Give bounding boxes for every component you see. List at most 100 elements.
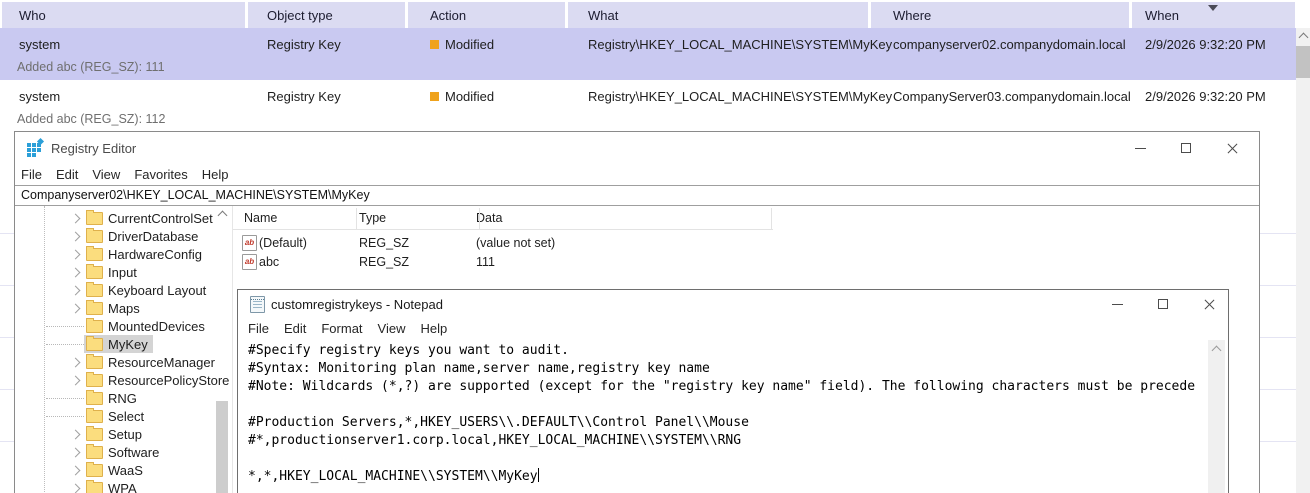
registry-address-bar[interactable]: Companyserver02\HKEY_LOCAL_MACHINE\SYSTE…: [15, 185, 1259, 206]
menu-item-view[interactable]: View: [92, 164, 120, 185]
close-button[interactable]: [1201, 296, 1219, 312]
registry-value-row[interactable]: ab (Default) REG_SZ (value not set): [233, 233, 1259, 252]
scrollbar-thumb[interactable]: [1296, 46, 1310, 78]
tree-item-driverdatabase[interactable]: DriverDatabase: [16, 227, 230, 245]
chevron-right-icon[interactable]: [70, 447, 81, 458]
folder-icon: [86, 335, 103, 351]
audit-grid-scrollbar[interactable]: [1296, 28, 1310, 493]
chevron-right-icon[interactable]: [70, 213, 81, 224]
menu-item-favorites[interactable]: Favorites: [134, 164, 187, 185]
tree-item-select[interactable]: Select: [16, 407, 230, 425]
cell-what: Registry\HKEY_LOCAL_MACHINE\SYSTEM\MyKey: [588, 37, 893, 52]
tree-node[interactable]: CurrentControlSet: [84, 209, 218, 227]
string-value-icon: ab: [242, 254, 257, 270]
tree-node[interactable]: MyKey: [84, 335, 153, 353]
sort-descending-icon[interactable]: [1208, 5, 1218, 11]
notepad-text-area[interactable]: #Specify registry keys you want to audit…: [238, 340, 1207, 493]
chevron-right-icon[interactable]: [70, 285, 81, 296]
maximize-button[interactable]: [1177, 140, 1195, 156]
tree-node[interactable]: Input: [84, 263, 142, 281]
chevron-right-icon[interactable]: [70, 375, 81, 386]
scroll-up-icon[interactable]: [1298, 32, 1309, 43]
tree-node-label: MountedDevices: [108, 318, 205, 334]
values-column-header-name[interactable]: Name: [244, 211, 277, 225]
row-detail: Added abc (REG_SZ): 112: [17, 112, 166, 126]
scroll-up-icon[interactable]: [1211, 345, 1222, 356]
tree-item-resourcemanager[interactable]: ResourceManager: [16, 353, 230, 371]
tree-item-waas[interactable]: WaaS: [16, 461, 230, 479]
column-separator[interactable]: [479, 208, 480, 229]
notepad-titlebar[interactable]: customregistrykeys - Notepad: [238, 290, 1228, 318]
close-button[interactable]: [1224, 140, 1242, 156]
tree-node[interactable]: MountedDevices: [84, 317, 210, 335]
chevron-right-icon[interactable]: [70, 357, 81, 368]
tree-node[interactable]: Select: [84, 407, 149, 425]
chevron-right-icon[interactable]: [70, 483, 81, 493]
scrollbar-thumb[interactable]: [216, 401, 228, 493]
registry-editor-titlebar[interactable]: Registry Editor: [15, 132, 1259, 164]
tree-item-maps[interactable]: Maps: [16, 299, 230, 317]
values-column-header-type[interactable]: Type: [359, 211, 386, 225]
maximize-button[interactable]: [1154, 296, 1172, 312]
notepad-line: #Production Servers,*,HKEY_USERS\\.DEFAU…: [248, 415, 749, 430]
chevron-right-icon[interactable]: [70, 267, 81, 278]
tree-node[interactable]: Keyboard Layout: [84, 281, 211, 299]
maximize-icon: [1181, 143, 1191, 153]
chevron-right-icon[interactable]: [70, 249, 81, 260]
tree-item-currentcontrolset[interactable]: CurrentControlSet: [16, 209, 230, 227]
tree-item-input[interactable]: Input: [16, 263, 230, 281]
menu-item-help[interactable]: Help: [202, 164, 229, 185]
column-header-what[interactable]: What: [568, 2, 868, 28]
chevron-right-icon[interactable]: [70, 231, 81, 242]
registry-editor-menubar: File Edit View Favorites Help: [15, 164, 1259, 185]
value-name: abc: [259, 255, 280, 269]
tree-node[interactable]: Maps: [84, 299, 145, 317]
audit-row[interactable]: system Registry Key Modified Registry\HKEY_…: [0, 80, 1296, 131]
menu-item-file[interactable]: File: [21, 164, 42, 185]
chevron-right-icon[interactable]: [70, 303, 81, 314]
tree-node-label: RNG: [108, 390, 137, 406]
tree-item-rng[interactable]: RNG: [16, 389, 230, 407]
minimize-button[interactable]: [1132, 140, 1150, 156]
tree-node[interactable]: Setup: [84, 425, 147, 443]
tree-node[interactable]: DriverDatabase: [84, 227, 203, 245]
tree-item-wpa[interactable]: WPA: [16, 479, 230, 493]
registry-value-row[interactable]: ab abc REG_SZ 111: [233, 252, 1259, 271]
menu-item-edit[interactable]: Edit: [56, 164, 78, 185]
tree-item-mounteddevices[interactable]: MountedDevices: [16, 317, 230, 335]
tree-node[interactable]: Software: [84, 443, 164, 461]
column-separator[interactable]: [771, 208, 772, 229]
chevron-right-icon[interactable]: [70, 465, 81, 476]
tree-node[interactable]: RNG: [84, 389, 142, 407]
minimize-button[interactable]: [1109, 296, 1127, 312]
chevron-right-icon[interactable]: [70, 429, 81, 440]
column-separator[interactable]: [356, 208, 357, 229]
menu-item-view[interactable]: View: [378, 318, 406, 340]
tree-node[interactable]: ResourcePolicyStore: [84, 371, 230, 389]
menu-item-help[interactable]: Help: [420, 318, 447, 340]
column-header-action[interactable]: Action: [408, 2, 565, 28]
column-header-object-type[interactable]: Object type: [248, 2, 405, 28]
tree-node[interactable]: ResourceManager: [84, 353, 220, 371]
tree-item-setup[interactable]: Setup: [16, 425, 230, 443]
audit-row[interactable]: system Registry Key Modified Registry\HKEY_…: [0, 28, 1296, 80]
tree-node[interactable]: WPA: [84, 479, 142, 493]
scroll-up-icon[interactable]: [217, 210, 228, 221]
column-header-when[interactable]: When: [1132, 2, 1295, 28]
column-header-who[interactable]: Who: [2, 2, 245, 28]
tree-item-software[interactable]: Software: [16, 443, 230, 461]
registry-tree-scrollbar[interactable]: [215, 206, 229, 493]
tree-item-mykey[interactable]: MyKey: [16, 335, 230, 353]
cell-object-type: Registry Key: [267, 89, 341, 104]
menu-item-edit[interactable]: Edit: [284, 318, 306, 340]
tree-node[interactable]: HardwareConfig: [84, 245, 207, 263]
notepad-scrollbar[interactable]: [1208, 340, 1225, 493]
value-type: REG_SZ: [359, 255, 410, 269]
tree-item-resourcepolicystore[interactable]: ResourcePolicyStore: [16, 371, 230, 389]
menu-item-file[interactable]: File: [248, 318, 269, 340]
tree-node[interactable]: WaaS: [84, 461, 148, 479]
tree-item-keyboard-layout[interactable]: Keyboard Layout: [16, 281, 230, 299]
column-header-where[interactable]: Where: [871, 2, 1129, 28]
menu-item-format[interactable]: Format: [321, 318, 362, 340]
tree-item-hardwareconfig[interactable]: HardwareConfig: [16, 245, 230, 263]
